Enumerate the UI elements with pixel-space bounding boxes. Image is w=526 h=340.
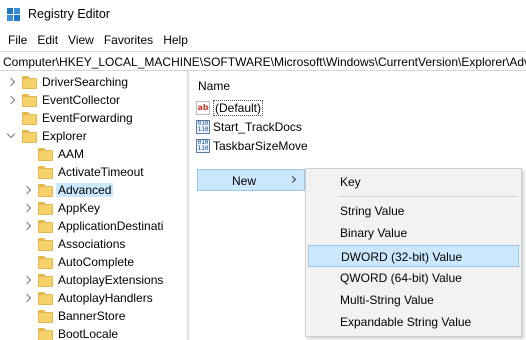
folder-icon [38,256,53,269]
menu-view[interactable]: View [63,30,99,50]
folder-icon [38,310,53,323]
folder-icon [22,76,37,89]
address-bar[interactable]: Computer\HKEY_LOCAL_MACHINE\SOFTWARE\Mic… [0,51,526,71]
folder-icon [38,292,53,305]
menu-bar: File Edit View Favorites Help [0,30,526,50]
folder-icon [38,274,53,287]
submenu-item-label: Multi-String Value [340,293,434,307]
folder-icon [22,94,37,107]
name-column-header[interactable]: Name [198,79,230,93]
folder-icon [38,328,53,340]
tree-item-label: ApplicationDestinati [58,219,164,233]
tree-item[interactable]: BootLocale [0,325,187,340]
registry-editor-icon [7,8,21,22]
tree-item[interactable]: Associations [0,235,187,253]
submenu-item-label: DWORD (32-bit) Value [341,249,463,264]
tree-item-label: BannerStore [58,309,126,323]
tree-item-label: ActivateTimeout [58,165,144,179]
submenu-item[interactable]: String Value [308,200,519,222]
folder-icon [38,148,53,161]
folder-icon [22,112,37,125]
submenu-item[interactable]: Key [308,171,519,193]
tree-item-label: EventForwarding [42,111,133,125]
value-name: TaskbarSizeMove [213,139,308,153]
value-row[interactable]: 010 110 Start_TrackDocs [196,118,396,136]
value-row[interactable]: 010 110 TaskbarSizeMove [196,137,396,155]
binary-value-icon: 010 110 [196,139,210,153]
chevron-right-icon[interactable] [22,202,32,214]
submenu-item[interactable]: Expandable String Value [308,311,519,333]
tree-item-label: Associations [58,237,126,251]
address-path[interactable]: Computer\HKEY_LOCAL_MACHINE\SOFTWARE\Mic… [3,55,526,69]
folder-icon [22,130,37,143]
folder-icon [38,238,53,251]
tree-item[interactable]: EventForwarding [0,109,187,127]
folder-icon [38,220,53,233]
menu-help[interactable]: Help [158,30,193,50]
submenu-item-label: Key [340,175,361,189]
tree-item[interactable]: AppKey [0,199,187,217]
submenu-item[interactable]: QWORD (64-bit) Value [308,267,519,289]
submenu-item-label: Binary Value [340,226,408,241]
tree-item[interactable]: AAM [0,145,187,163]
submenu-item-label: QWORD (64-bit) Value [340,270,462,285]
tree-item-label: AutoplayExtensions [58,273,164,287]
chevron-right-icon[interactable] [22,184,32,196]
folder-icon [38,166,53,179]
tree-item-label: BootLocale [58,327,119,340]
context-menu-new[interactable]: New [197,169,305,191]
tree-item-label: AAM [58,147,85,161]
menu-favorites[interactable]: Favorites [99,30,158,50]
submenu-item[interactable]: Binary Value [308,222,519,244]
binary-value-icon: 010 110 [196,120,210,134]
tree-item[interactable]: Explorer [0,127,187,145]
tree-item[interactable]: DriverSearching [0,73,187,91]
folder-icon [38,184,53,197]
tree-item-label: AutoComplete [58,255,135,269]
tree-item[interactable]: EventCollector [0,91,187,109]
tree-item[interactable]: AutoplayHandlers [0,289,187,307]
string-value-icon: ab [196,101,210,115]
chevron-down-icon[interactable] [6,130,16,142]
menu-file[interactable]: File [3,30,32,50]
chevron-right-icon[interactable] [6,76,16,88]
tree-item[interactable]: ApplicationDestinati [0,217,187,235]
window-title: Registry Editor [28,7,110,21]
submenu-item[interactable]: Multi-String Value [308,289,519,311]
menu-separator [338,196,518,198]
tree-item-label: DriverSearching [42,75,129,89]
menu-edit[interactable]: Edit [32,30,63,50]
key-tree: DriverSearching EventCollector EventForwar… [0,71,187,340]
new-submenu: Key String Value Binary Value DWORD (32-bit… [305,168,522,337]
tree-item-label: Advanced [56,183,114,197]
tree-item[interactable]: AutoComplete [0,253,187,271]
chevron-right-icon[interactable] [22,292,32,304]
tree-item-label: EventCollector [42,93,121,107]
tree-item[interactable]: BannerStore [0,307,187,325]
chevron-right-icon[interactable] [22,220,32,232]
value-name: Start_TrackDocs [213,120,302,134]
value-name: (Default) [213,100,264,116]
submenu-arrow-icon [288,175,297,184]
tree-item-label: AutoplayHandlers [58,291,153,305]
tree-item[interactable]: Advanced [0,181,187,199]
chevron-right-icon[interactable] [6,94,16,106]
tree-item[interactable]: ActivateTimeout [0,163,187,181]
submenu-item-label: String Value [340,204,405,219]
tree-item-label: AppKey [58,201,101,215]
chevron-right-icon[interactable] [22,274,32,286]
value-row[interactable]: ab (Default) [196,99,396,117]
folder-icon [38,202,53,215]
tree-item-label: Explorer [42,129,87,143]
submenu-item-label: Expandable String Value [340,315,472,330]
tree-item[interactable]: AutoplayExtensions [0,271,187,289]
title-bar: Registry Editor [0,0,526,30]
new-label: New [232,174,257,188]
submenu-item[interactable]: DWORD (32-bit) Value [308,244,519,267]
